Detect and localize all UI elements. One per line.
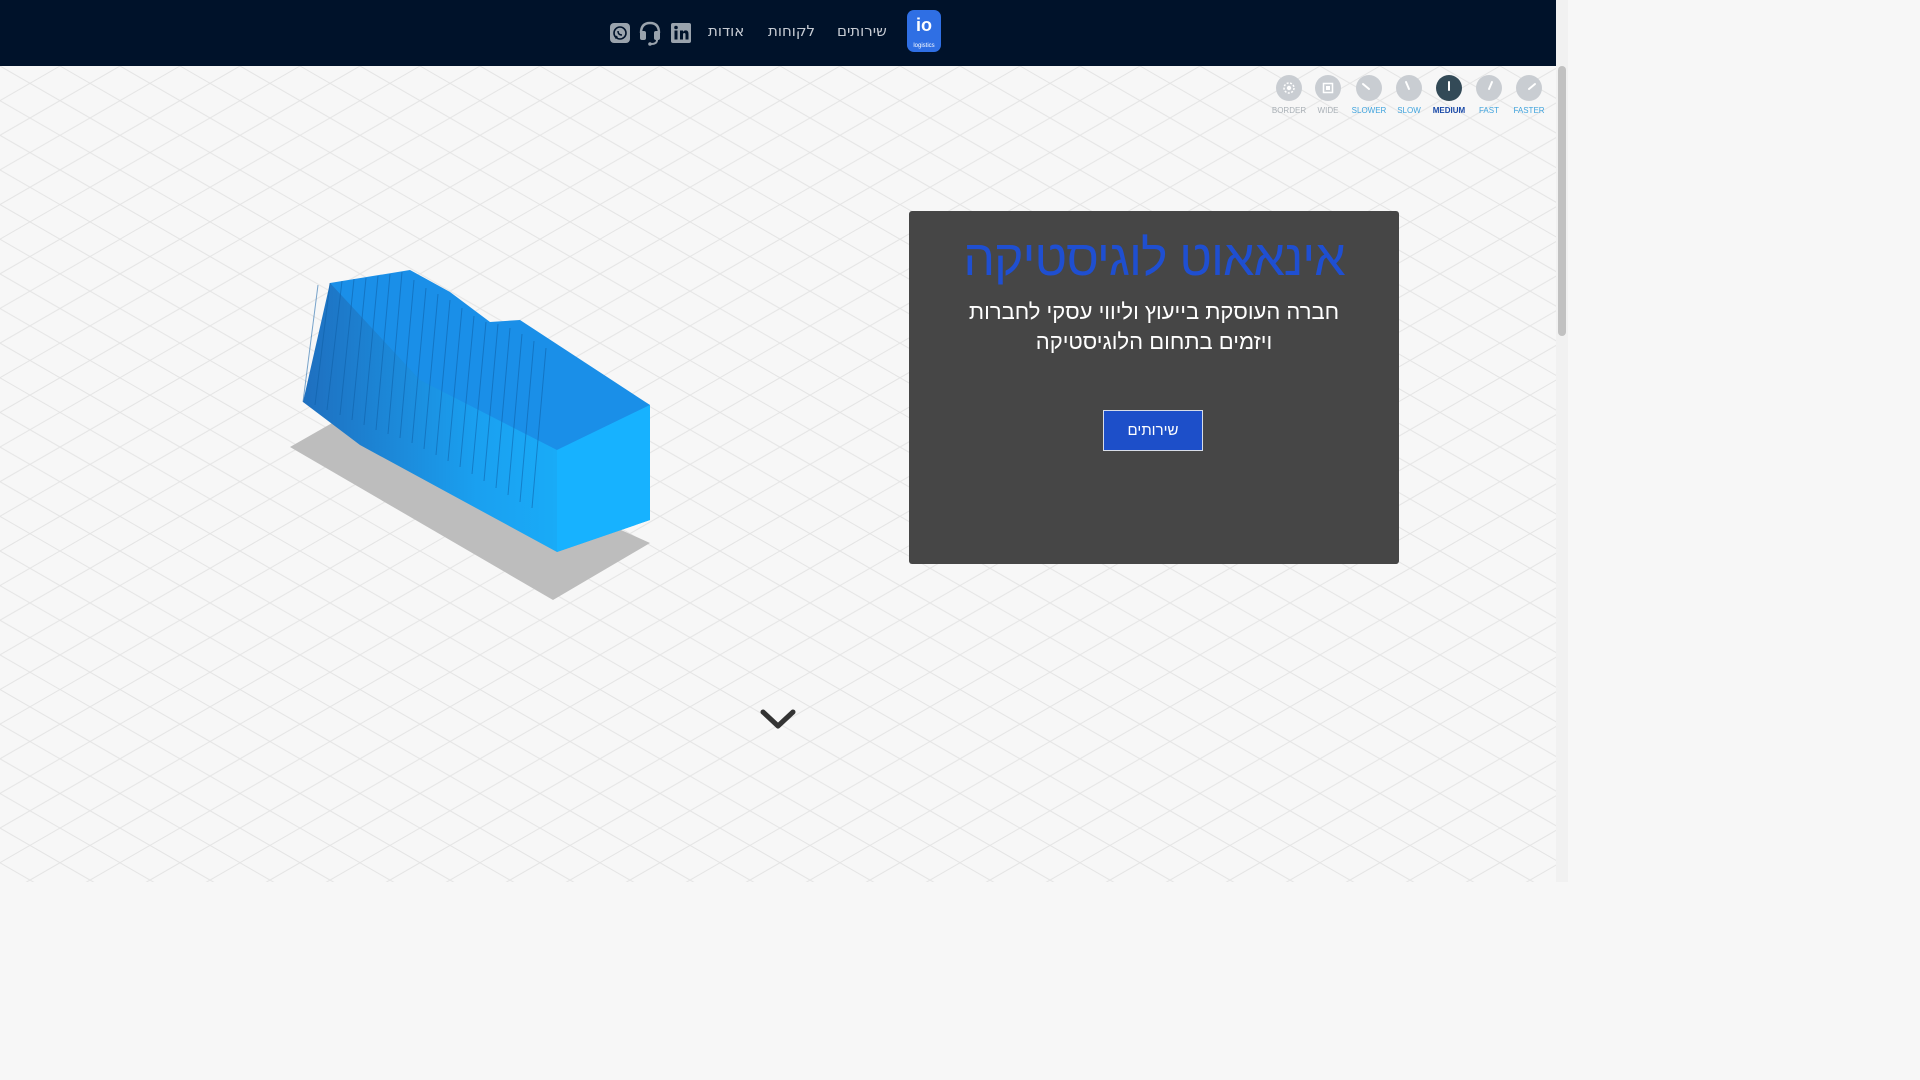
slow-gauge-icon [1396, 75, 1422, 101]
border-icon [1276, 75, 1302, 101]
speed-wide-button[interactable]: WIDE [1308, 74, 1348, 126]
speed-slow-button[interactable]: SLOW [1389, 74, 1429, 126]
hero-subtitle: חברה העוסקת בייעוץ וליווי עסקי לחברות וי… [954, 297, 1354, 357]
whatsapp-icon[interactable] [609, 22, 631, 48]
speed-border-button[interactable]: BORDER [1269, 74, 1309, 126]
page-scrollbar[interactable] [1556, 0, 1568, 882]
speed-faster-button[interactable]: FASTER [1509, 74, 1549, 126]
speed-label: BORDER [1271, 106, 1307, 115]
logo-subtext: logistics [913, 43, 935, 49]
chevron-down-icon[interactable] [760, 706, 796, 732]
speed-label: SLOW [1397, 106, 1421, 115]
logo-text: io [916, 15, 932, 35]
hero-card: אינאאוט לוגיסטיקה חברה העוסקת בייעוץ ולי… [909, 211, 1399, 564]
speed-medium-button[interactable]: MEDIUM [1429, 74, 1469, 126]
speed-label: FAST [1478, 106, 1499, 115]
medium-gauge-icon [1436, 75, 1462, 101]
nav-about[interactable]: אודות [708, 22, 744, 40]
io-logistics-logo[interactable]: io logistics [907, 10, 941, 52]
speed-slower-button[interactable]: SLOWER [1349, 74, 1389, 126]
speed-label: FASTER [1513, 106, 1545, 115]
slower-gauge-icon [1356, 75, 1382, 101]
hero-subtitle-line-2: ויזמים בתחום הלוגיסטיקה [1035, 329, 1273, 354]
wide-icon [1315, 75, 1341, 101]
faster-gauge-icon [1516, 75, 1542, 101]
services-button[interactable]: שירותים [1103, 410, 1203, 451]
top-navbar: אודות לקוחות שירותים io logistics [0, 0, 1556, 66]
fast-gauge-icon [1476, 75, 1502, 101]
speed-label: MEDIUM [1432, 106, 1466, 115]
speed-label: SLOWER [1351, 106, 1387, 115]
nav-clients[interactable]: לקוחות [768, 22, 815, 40]
speed-fast-button[interactable]: FAST [1469, 74, 1509, 126]
scrollbar-thumb[interactable] [1558, 66, 1566, 336]
linkedin-icon[interactable] [670, 22, 692, 48]
hero-subtitle-line-1: חברה העוסקת בייעוץ וליווי עסקי לחברות [968, 299, 1340, 324]
nav-services[interactable]: שירותים [837, 22, 887, 40]
speed-label: WIDE [1317, 106, 1339, 115]
headset-support-icon[interactable] [638, 20, 662, 50]
isometric-3d-illustration [290, 270, 650, 600]
hero-title: אינאאוט לוגיסטיקה [963, 230, 1345, 286]
